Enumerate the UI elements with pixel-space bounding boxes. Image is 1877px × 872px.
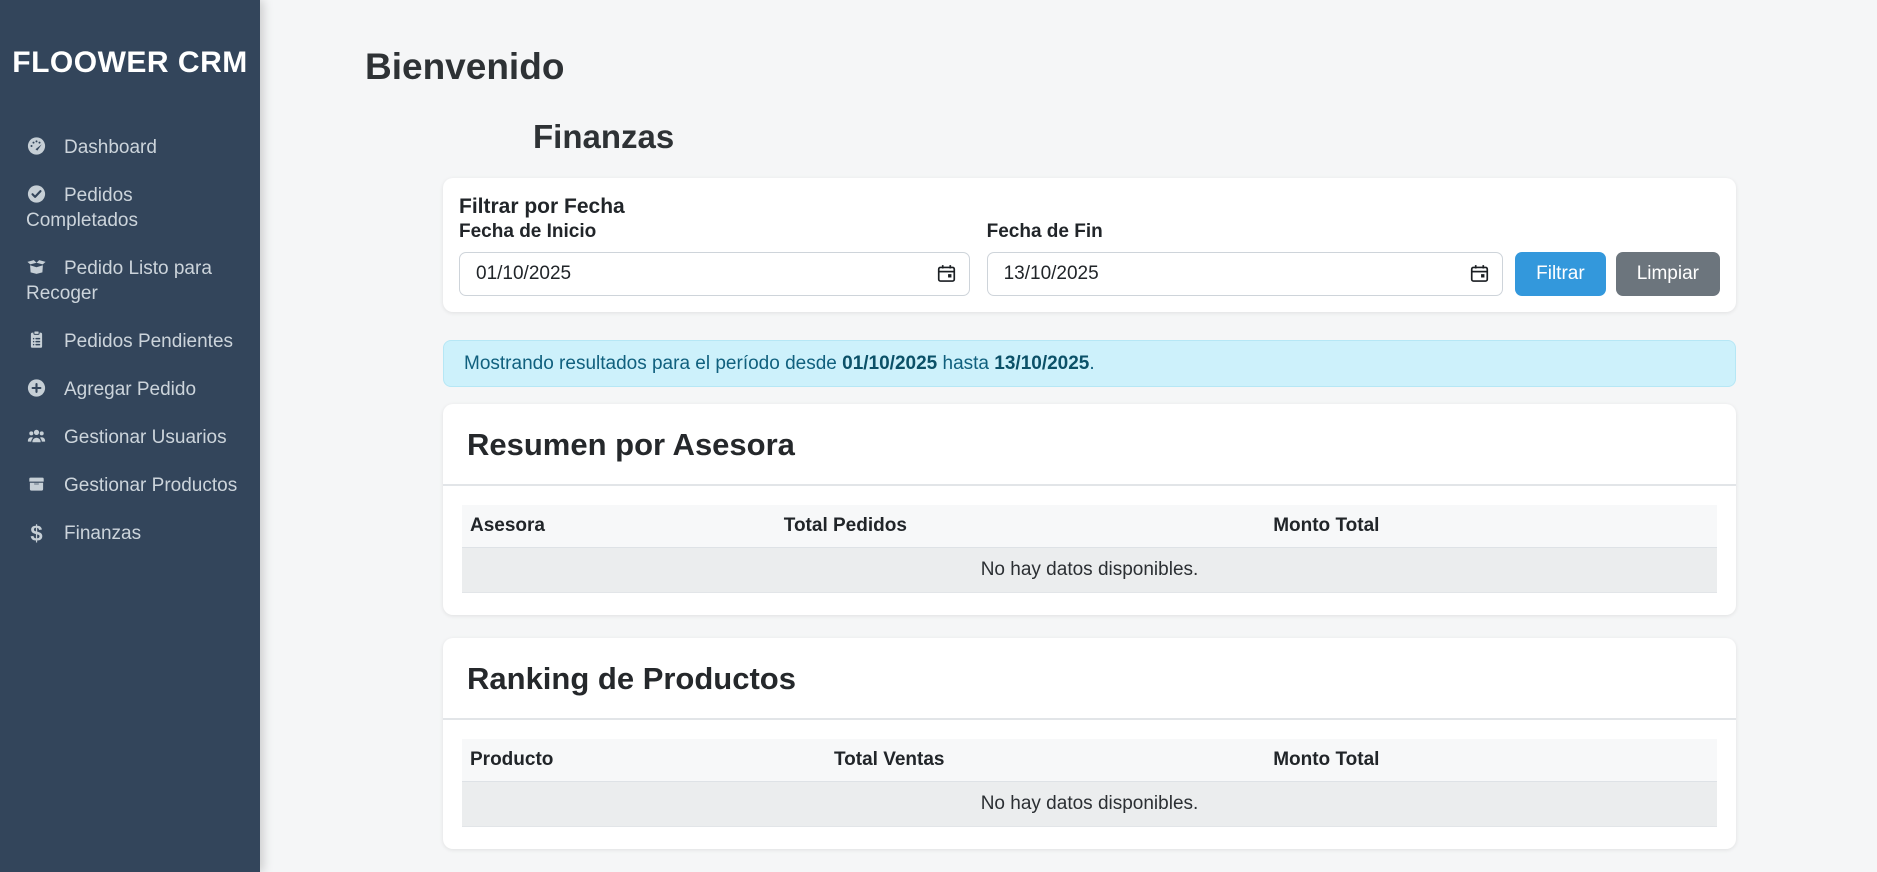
start-date-field: Fecha de Inicio xyxy=(459,221,970,296)
start-date-label: Fecha de Inicio xyxy=(459,221,970,243)
column-header-monto-total: Monto Total xyxy=(1265,505,1717,548)
alert-text: Mostrando resultados para el período des… xyxy=(464,353,842,374)
alert-text: hasta xyxy=(937,353,994,374)
table-header-row: Asesora Total Pedidos Monto Total xyxy=(462,505,1717,548)
section-title: Finanzas xyxy=(533,118,1736,156)
limpiar-button[interactable]: Limpiar xyxy=(1616,252,1720,296)
ranking-productos-card: Ranking de Productos Producto Total Vent… xyxy=(443,638,1736,849)
sidebar-item-dashboard[interactable]: Dashboard xyxy=(0,124,260,172)
sidebar-item-pedidos-completados[interactable]: Pedidos Completados xyxy=(0,172,260,245)
alert-end-date: 13/10/2025 xyxy=(994,353,1089,374)
finanzas-section: Finanzas Filtrar por Fecha Fecha de Inic… xyxy=(443,118,1736,849)
check-circle-icon xyxy=(26,184,47,204)
sidebar-item-gestionar-usuarios[interactable]: Gestionar Usuarios xyxy=(0,414,260,462)
dollar-sign-icon: $ xyxy=(26,521,47,546)
column-header-monto-total: Monto Total xyxy=(1265,739,1717,782)
empty-state-row: No hay datos disponibles. xyxy=(462,548,1717,593)
users-icon xyxy=(26,426,47,446)
tachometer-icon xyxy=(26,136,47,156)
column-header-total-pedidos: Total Pedidos xyxy=(776,505,1265,548)
calendar-icon[interactable] xyxy=(1469,263,1490,284)
ranking-productos-table: Producto Total Ventas Monto Total No hay… xyxy=(462,739,1717,827)
sidebar-item-gestionar-productos[interactable]: Gestionar Productos xyxy=(0,462,260,510)
card-header: Resumen por Asesora xyxy=(443,404,1736,486)
clipboard-list-icon xyxy=(26,330,47,350)
sidebar-item-label: Pedido Listo para Recoger xyxy=(26,258,212,304)
sidebar-nav: Dashboard Pedidos Completados Pedido Lis… xyxy=(0,124,260,558)
resumen-asesora-table: Asesora Total Pedidos Monto Total No hay… xyxy=(462,505,1717,593)
resumen-card-title: Resumen por Asesora xyxy=(467,427,1712,463)
sidebar-item-agregar-pedido[interactable]: Agregar Pedido xyxy=(0,366,260,414)
filter-card-title: Filtrar por Fecha xyxy=(459,195,1720,219)
empty-state-row: No hay datos disponibles. xyxy=(462,782,1717,827)
column-header-producto: Producto xyxy=(462,739,826,782)
sidebar: FLOOWER CRM Dashboard Pedidos Completado… xyxy=(0,0,260,872)
page-title: Bienvenido xyxy=(365,46,1877,88)
box-open-icon xyxy=(26,257,47,277)
date-range-alert: Mostrando resultados para el período des… xyxy=(443,340,1736,387)
filtrar-button[interactable]: Filtrar xyxy=(1515,252,1606,296)
sidebar-item-label: Gestionar Productos xyxy=(64,475,237,496)
filter-buttons: Filtrar Limpiar xyxy=(1515,252,1720,296)
end-date-label: Fecha de Fin xyxy=(987,221,1504,243)
sidebar-item-label: Gestionar Usuarios xyxy=(64,427,227,448)
app-window: FLOOWER CRM Dashboard Pedidos Completado… xyxy=(0,0,1877,872)
end-date-field: Fecha de Fin xyxy=(987,221,1504,296)
resumen-asesora-card: Resumen por Asesora Asesora Total Pedido… xyxy=(443,404,1736,615)
sidebar-item-pedidos-pendientes[interactable]: Pedidos Pendientes xyxy=(0,318,260,366)
column-header-asesora: Asesora xyxy=(462,505,776,548)
box-icon xyxy=(26,474,47,494)
column-header-total-ventas: Total Ventas xyxy=(826,739,1265,782)
plus-circle-icon xyxy=(26,378,47,398)
start-date-input[interactable] xyxy=(459,252,970,296)
card-header: Ranking de Productos xyxy=(443,638,1736,720)
empty-message: No hay datos disponibles. xyxy=(462,548,1717,593)
sidebar-item-finanzas[interactable]: $ Finanzas xyxy=(0,510,260,558)
end-date-input[interactable] xyxy=(987,252,1504,296)
table-header-row: Producto Total Ventas Monto Total xyxy=(462,739,1717,782)
main-content: Bienvenido Finanzas Filtrar por Fecha Fe… xyxy=(260,0,1877,849)
alert-text: . xyxy=(1089,353,1094,374)
card-body: Asesora Total Pedidos Monto Total No hay… xyxy=(443,486,1736,615)
sidebar-item-pedido-listo[interactable]: Pedido Listo para Recoger xyxy=(0,245,260,318)
card-body: Producto Total Ventas Monto Total No hay… xyxy=(443,720,1736,849)
sidebar-item-label: Agregar Pedido xyxy=(64,379,196,400)
sidebar-item-label: Dashboard xyxy=(64,137,157,158)
app-title: FLOOWER CRM xyxy=(0,46,260,80)
filter-card: Filtrar por Fecha Fecha de Inicio Fecha … xyxy=(443,178,1736,312)
sidebar-item-label: Finanzas xyxy=(64,523,141,544)
sidebar-item-label: Pedidos Pendientes xyxy=(64,331,233,352)
empty-message: No hay datos disponibles. xyxy=(462,782,1717,827)
ranking-card-title: Ranking de Productos xyxy=(467,661,1712,697)
alert-start-date: 01/10/2025 xyxy=(842,353,937,374)
calendar-icon[interactable] xyxy=(936,263,957,284)
